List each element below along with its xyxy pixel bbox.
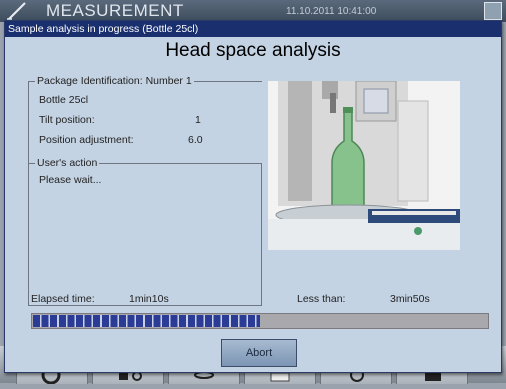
position-adjustment-label: Position adjustment: bbox=[39, 134, 134, 146]
bottle-analyzer-image bbox=[268, 81, 460, 250]
bottle-analyzer-photo bbox=[268, 81, 460, 250]
tilt-position-value: 1 bbox=[195, 114, 201, 126]
progress-fill bbox=[33, 315, 260, 327]
remaining-time-label: Less than: bbox=[297, 293, 346, 305]
position-adjustment-value: 6.0 bbox=[188, 134, 203, 146]
remaining-time-value: 3min50s bbox=[390, 293, 430, 305]
tilt-position-label: Tilt position: bbox=[39, 114, 95, 126]
analysis-progress-bar bbox=[31, 313, 489, 329]
package-identification-legend: Package Identification: Number 1 bbox=[35, 75, 194, 87]
elapsed-time-value: 1min10s bbox=[129, 293, 169, 305]
abort-button[interactable]: Abort bbox=[221, 339, 297, 367]
sample-analysis-dialog: Sample analysis in progress (Bottle 25cl… bbox=[4, 20, 502, 373]
users-action-legend: User's action bbox=[35, 157, 100, 169]
elapsed-time-label: Elapsed time: bbox=[31, 293, 95, 305]
dialog-title-bar: Sample analysis in progress (Bottle 25cl… bbox=[5, 21, 501, 37]
page-title: Head space analysis bbox=[165, 40, 341, 61]
close-icon[interactable] bbox=[484, 2, 502, 20]
package-name: Bottle 25cl bbox=[39, 94, 89, 106]
pen-icon bbox=[7, 2, 26, 20]
background-title-bar: MEASUREMENT 11.10.2011 10:41:00 bbox=[0, 0, 506, 22]
background-window-title: MEASUREMENT bbox=[46, 1, 184, 20]
background-datetime: 11.10.2011 10:41:00 bbox=[286, 6, 377, 17]
users-action-message: Please wait... bbox=[39, 174, 102, 186]
users-action-group: User's action Please wait... bbox=[28, 157, 262, 306]
